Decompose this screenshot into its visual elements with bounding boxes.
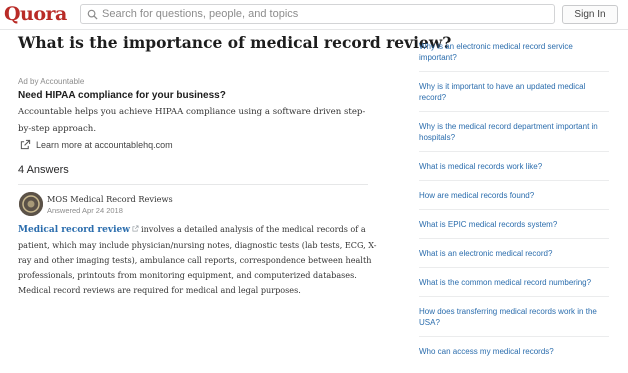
sign-in-button[interactable]: Sign In xyxy=(562,5,618,24)
avatar-image xyxy=(19,192,43,216)
related-question-link[interactable]: Why is an electronic medical record serv… xyxy=(419,40,609,72)
external-link-icon xyxy=(20,139,31,150)
answers-count: 4 Answers xyxy=(18,164,69,176)
related-question-link[interactable]: What is the common medical record number… xyxy=(419,276,609,297)
question-title[interactable]: What is the importance of medical record… xyxy=(18,33,451,52)
search-input[interactable] xyxy=(102,6,542,22)
search-box[interactable] xyxy=(80,4,555,24)
related-question-link[interactable]: Who can access my medical records? xyxy=(419,345,609,365)
ad-label: Ad by Accountable xyxy=(18,77,85,86)
related-question-link[interactable]: What is medical records work like? xyxy=(419,160,609,181)
ad-heading[interactable]: Need HIPAA compliance for your business? xyxy=(18,90,226,101)
related-questions-list: Why is an electronic medical record serv… xyxy=(419,40,609,373)
divider xyxy=(18,184,368,185)
related-question-link[interactable]: How are medical records found? xyxy=(419,189,609,210)
ad-learn-more-text: Learn more at accountablehq.com xyxy=(36,139,173,150)
related-question-link[interactable]: Why is it important to have an updated m… xyxy=(419,80,609,112)
ad-learn-more-link[interactable]: Learn more at accountablehq.com xyxy=(20,139,173,150)
related-question-link[interactable]: Why is the medical record department imp… xyxy=(419,120,609,152)
avatar[interactable] xyxy=(19,192,43,216)
answer-author[interactable]: MOS Medical Record Reviews xyxy=(47,194,173,204)
external-link-icon xyxy=(132,225,139,232)
answer-lead-link[interactable]: Medical record review xyxy=(18,225,130,235)
related-question-link[interactable]: What is an electronic medical record? xyxy=(419,247,609,268)
ad-body: Accountable helps you achieve HIPAA comp… xyxy=(18,107,366,134)
top-bar: Quora Sign In xyxy=(0,0,628,30)
related-question-link[interactable]: How does transferring medical records wo… xyxy=(419,305,609,337)
answer-text: Medical record review involves a detailed… xyxy=(18,222,378,298)
search-icon xyxy=(87,9,98,20)
related-question-link[interactable]: What is EPIC medical records system? xyxy=(419,218,609,239)
quora-logo[interactable]: Quora xyxy=(4,3,67,25)
answer-date[interactable]: Answered Apr 24 2018 xyxy=(47,206,123,215)
